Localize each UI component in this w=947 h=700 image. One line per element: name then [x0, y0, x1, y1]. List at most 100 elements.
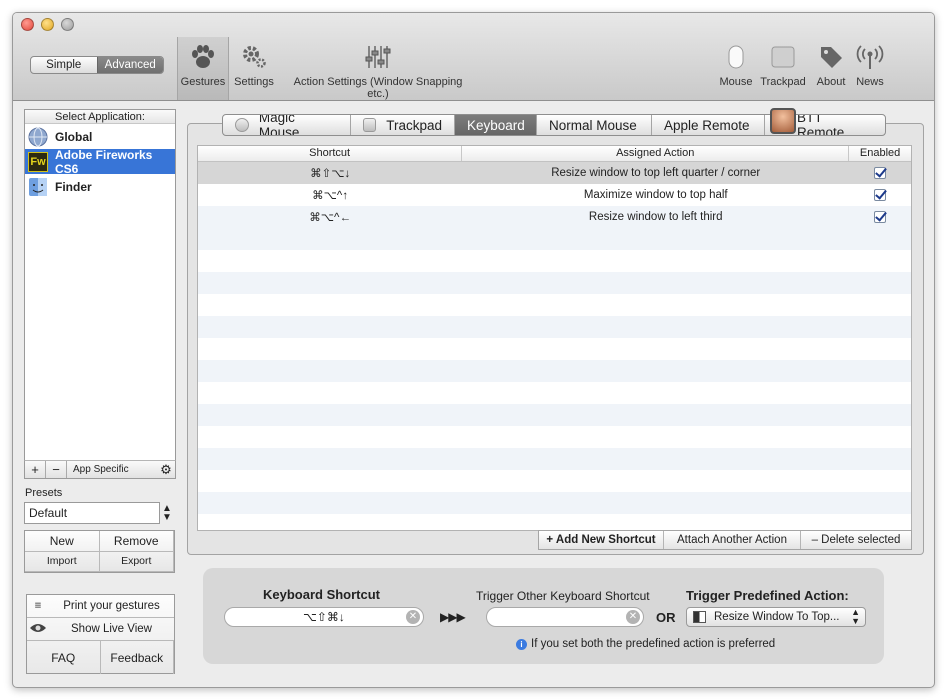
- info-icon: i: [516, 639, 527, 650]
- arrow-icon: ▶▶▶: [440, 610, 466, 624]
- app-item-global[interactable]: Global: [25, 124, 175, 149]
- other-shortcut-label: Trigger Other Keyboard Shortcut: [476, 589, 650, 603]
- close-button[interactable]: [21, 18, 34, 31]
- app-specific-label: App Specific: [73, 464, 129, 475]
- column-shortcut[interactable]: Shortcut: [198, 146, 463, 161]
- action-cell: Resize window to top left quarter / corn…: [551, 167, 761, 179]
- export-button[interactable]: Export: [99, 551, 174, 572]
- enabled-checkbox[interactable]: [874, 210, 887, 223]
- window-icon: [693, 611, 706, 623]
- clear-icon[interactable]: ✕: [406, 610, 420, 624]
- minimize-button[interactable]: [41, 18, 54, 31]
- toolbar-about-label: About: [816, 76, 846, 88]
- tab-label: BTT Remote: [797, 114, 845, 136]
- toolbar-gestures-label: Gestures: [180, 76, 226, 88]
- add-shortcut-button[interactable]: + Add New Shortcut: [539, 531, 664, 549]
- predefined-action-select[interactable]: Resize Window To Top... ▲ ▼: [686, 607, 866, 627]
- tab-keyboard[interactable]: Keyboard: [455, 115, 537, 135]
- predefined-action-label: Trigger Predefined Action:: [686, 588, 849, 603]
- empty-row: [198, 426, 911, 448]
- delete-selected-button[interactable]: – Delete selected: [801, 531, 911, 549]
- help-row: FAQ Feedback: [27, 641, 174, 674]
- live-view-label: Show Live View: [71, 623, 152, 635]
- advanced-mode-button[interactable]: Advanced: [96, 57, 163, 73]
- app-item-fireworks[interactable]: Fw Adobe Fireworks CS6: [25, 147, 175, 176]
- empty-row: [198, 338, 911, 360]
- new-preset-button[interactable]: New: [25, 531, 100, 552]
- action-cell: Maximize window to top half: [583, 189, 728, 201]
- list-icon: ≡: [34, 600, 42, 612]
- table-row[interactable]: ⌘⌥^↑ Maximize window to top half: [198, 184, 911, 206]
- finder-icon: [29, 177, 47, 196]
- remove-preset-button[interactable]: Remove: [99, 531, 174, 552]
- toolbar-gestures[interactable]: Gestures: [177, 37, 229, 100]
- table-row[interactable]: ⌘⇧⌥↓ Resize window to top left quarter /…: [198, 162, 911, 184]
- presets-select[interactable]: Default: [24, 502, 160, 524]
- mode-segmented-control: Simple Advanced: [30, 56, 164, 74]
- empty-row: [198, 514, 911, 530]
- tab-normal-mouse[interactable]: Normal Mouse: [537, 115, 652, 135]
- app-item-label: Finder: [55, 179, 92, 194]
- enabled-checkbox[interactable]: [874, 188, 887, 201]
- remove-app-button[interactable]: −: [46, 461, 67, 478]
- toolbar-about[interactable]: About: [813, 38, 849, 88]
- other-shortcut-field[interactable]: ✕: [486, 607, 644, 627]
- broadcast-icon: [852, 38, 888, 76]
- print-gestures-button[interactable]: ≡ Print your gestures: [27, 595, 174, 618]
- chevron-updown-icon[interactable]: ▲ ▼: [162, 504, 172, 523]
- add-app-button[interactable]: +: [25, 461, 46, 478]
- fireworks-icon: Fw: [28, 151, 48, 172]
- empty-row: [198, 316, 911, 338]
- shortcut-cell: ⌘⌥^↑: [312, 190, 349, 202]
- presets-label: Presets: [25, 487, 63, 499]
- empty-rows: [198, 228, 911, 530]
- clear-icon[interactable]: ✕: [626, 610, 640, 624]
- toolbar: Simple Advanced Gestures Settings Action…: [13, 13, 934, 101]
- simple-mode-button[interactable]: Simple: [31, 57, 97, 73]
- faq-button[interactable]: FAQ: [27, 641, 101, 674]
- attach-action-button[interactable]: Attach Another Action: [664, 531, 801, 549]
- preset-buttons: New Remove Import Export: [24, 530, 175, 573]
- tab-label: Normal Mouse: [549, 117, 637, 133]
- feedback-button[interactable]: Feedback: [101, 641, 174, 674]
- empty-row: [198, 294, 911, 316]
- live-view-button[interactable]: Show Live View: [27, 618, 174, 641]
- toolbar-news[interactable]: News: [852, 38, 888, 88]
- app-item-label: Global: [55, 129, 93, 144]
- toolbar-trackpad[interactable]: Trackpad: [758, 38, 808, 88]
- app-item-finder[interactable]: Finder: [25, 174, 175, 199]
- info-text: If you set both the predefined action is…: [531, 638, 776, 650]
- import-button[interactable]: Import: [25, 551, 100, 572]
- empty-row: [198, 448, 911, 470]
- zoom-button[interactable]: [61, 18, 74, 31]
- table-action-bar: + Add New Shortcut Attach Another Action…: [538, 530, 912, 550]
- column-enabled[interactable]: Enabled: [849, 146, 911, 161]
- toolbar-settings[interactable]: Settings: [232, 38, 276, 88]
- app-item-label: Adobe Fireworks CS6: [55, 147, 153, 176]
- info-note: i If you set both the predefined action i…: [516, 638, 775, 650]
- table-row[interactable]: ⌘⌥^← Resize window to left third: [198, 206, 911, 228]
- app-list-footer: + − App Specific ⚙: [24, 460, 176, 479]
- or-label: OR: [656, 610, 676, 625]
- column-action[interactable]: Assigned Action: [462, 146, 850, 161]
- toolbar-news-label: News: [856, 76, 884, 88]
- paw-icon: [178, 38, 228, 76]
- tab-trackpad[interactable]: Trackpad: [351, 115, 455, 135]
- globe-icon: [28, 127, 48, 146]
- gear-icon[interactable]: ⚙: [157, 462, 175, 478]
- app-list-header: Select Application:: [25, 110, 175, 124]
- enabled-checkbox[interactable]: [874, 166, 887, 179]
- keyboard-shortcut-field[interactable]: ⌥⇧⌘↓ ✕: [224, 607, 424, 627]
- toolbar-settings-label: Settings: [234, 76, 274, 88]
- empty-row: [198, 492, 911, 514]
- toolbar-action-settings[interactable]: Action Settings (Window Snapping etc.): [282, 38, 474, 100]
- keyboard-shortcut-label: Keyboard Shortcut: [263, 587, 381, 602]
- empty-row: [198, 250, 911, 272]
- sliders-icon: [282, 38, 474, 76]
- tab-apple-remote[interactable]: Apple Remote: [652, 115, 765, 135]
- toolbar-mouse[interactable]: Mouse: [716, 38, 756, 88]
- shortcut-cell: ⌘⇧⌥↓: [310, 168, 351, 180]
- tag-icon: [813, 38, 849, 76]
- tab-magic-mouse[interactable]: Magic Mouse: [223, 115, 351, 135]
- toolbar-trackpad-label: Trackpad: [760, 76, 806, 88]
